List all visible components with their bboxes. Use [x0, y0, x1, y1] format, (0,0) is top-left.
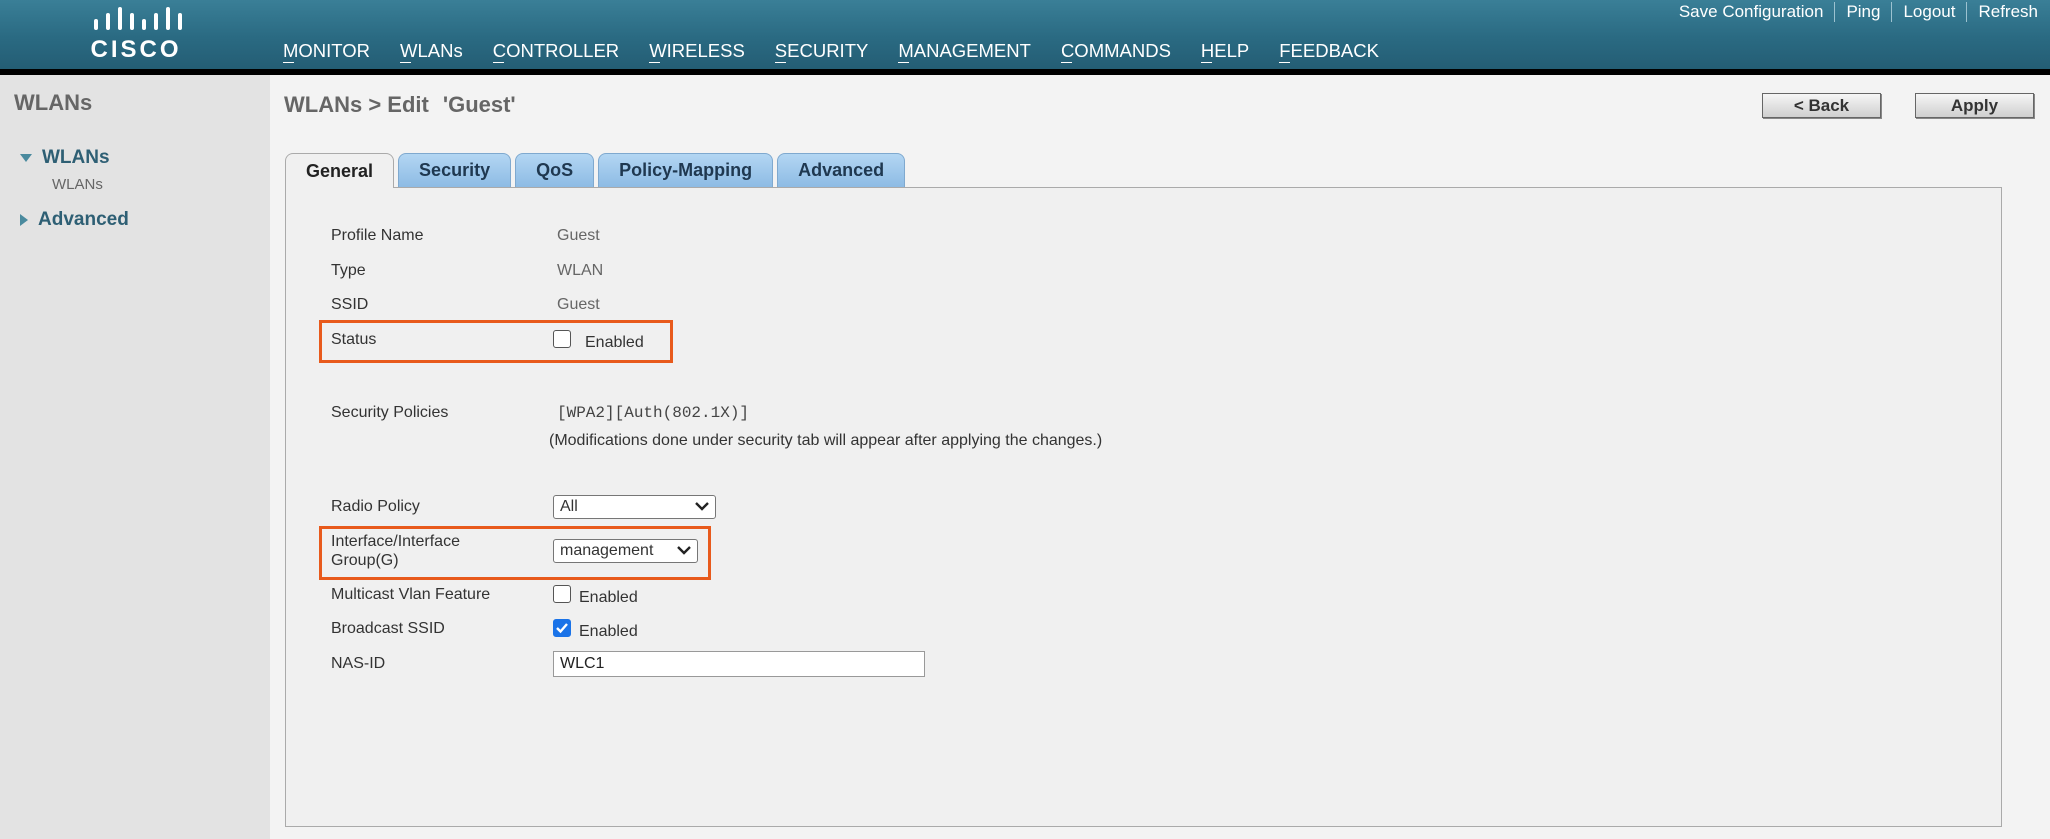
- back-button[interactable]: < Back: [1762, 93, 1881, 118]
- security-policies-note: (Modifications done under security tab w…: [549, 432, 1103, 449]
- nav-monitor[interactable]: MONITOR: [283, 40, 370, 63]
- refresh-link[interactable]: Refresh: [1967, 2, 2038, 22]
- save-configuration-link[interactable]: Save Configuration: [1668, 2, 1836, 22]
- tab-general[interactable]: General: [285, 153, 395, 188]
- header-divider: [0, 69, 2050, 75]
- tab-qos[interactable]: QoS: [515, 153, 595, 187]
- nas-id-input[interactable]: [553, 651, 925, 677]
- interface-label: Interface/Interface Group(G): [331, 532, 460, 570]
- nav-wlans[interactable]: WLANs: [390, 40, 473, 75]
- logout-link[interactable]: Logout: [1892, 2, 1968, 22]
- interface-select[interactable]: management: [553, 539, 698, 563]
- ssid-label: SSID: [331, 296, 369, 313]
- nav-wireless[interactable]: WIRELESS: [649, 40, 745, 63]
- sidebar: WLANs WLANs WLANs Advanced: [0, 75, 270, 839]
- nav-help[interactable]: HELP: [1200, 40, 1249, 63]
- multicast-vlan-enabled-label: Enabled: [579, 589, 638, 606]
- broadcast-ssid-label: Broadcast SSID: [331, 620, 445, 637]
- tab-advanced[interactable]: Advanced: [777, 153, 906, 187]
- page-title-text: WLANs > Edit: [284, 92, 429, 117]
- broadcast-ssid-checkbox[interactable]: [553, 619, 571, 637]
- collapsed-triangle-icon: [20, 214, 28, 226]
- cisco-logo-bars-icon: [94, 7, 182, 30]
- nav-management[interactable]: MANAGEMENT: [898, 40, 1031, 63]
- profile-name-value: Guest: [557, 227, 600, 244]
- expanded-triangle-icon: [20, 154, 32, 162]
- apply-button[interactable]: Apply: [1915, 93, 2034, 118]
- status-enabled-checkbox[interactable]: [553, 330, 571, 348]
- security-policies-value: [WPA2][Auth(802.1X)]: [557, 404, 750, 422]
- radio-policy-select[interactable]: All: [553, 495, 716, 519]
- nav-controller[interactable]: CONTROLLER: [492, 40, 619, 63]
- interface-selected: management: [560, 542, 654, 559]
- checkmark-icon: [556, 623, 568, 634]
- page-title: WLANs > Edit 'Guest': [284, 92, 516, 118]
- general-settings-panel: [285, 187, 2002, 827]
- broadcast-ssid-enabled-label: Enabled: [579, 623, 638, 640]
- nas-id-label: NAS-ID: [331, 655, 386, 672]
- radio-policy-selected: All: [560, 498, 578, 515]
- tab-policy-mapping[interactable]: Policy-Mapping: [598, 153, 774, 187]
- nav-commands[interactable]: COMMANDS: [1060, 40, 1171, 63]
- cisco-logo-text: CISCO: [90, 36, 182, 63]
- tab-bar: General Security QoS Policy-Mapping Adva…: [285, 153, 906, 188]
- radio-policy-label: Radio Policy: [331, 498, 420, 515]
- interface-label-line2: Group(G): [331, 552, 399, 569]
- profile-name-label: Profile Name: [331, 227, 424, 244]
- interface-label-line1: Interface/Interface: [331, 533, 460, 550]
- top-navigation-bar: CISCO Save Configuration Ping Logout Ref…: [0, 0, 2050, 75]
- wlan-name: 'Guest': [442, 92, 516, 117]
- sidebar-subitem-wlans[interactable]: WLANs: [52, 176, 103, 193]
- chevron-down-icon: [695, 502, 709, 511]
- nav-feedback[interactable]: FEEDBACK: [1279, 40, 1379, 63]
- sidebar-item-wlans[interactable]: WLANs: [20, 147, 110, 169]
- utility-links: Save Configuration Ping Logout Refresh: [1668, 2, 2038, 22]
- ssid-value: Guest: [557, 296, 600, 313]
- sidebar-item-label: WLANs: [42, 147, 110, 168]
- multicast-vlan-checkbox[interactable]: [553, 585, 571, 603]
- chevron-down-icon: [677, 546, 691, 555]
- cisco-logo: CISCO: [76, 6, 196, 63]
- type-label: Type: [331, 262, 366, 279]
- security-policies-label: Security Policies: [331, 404, 449, 421]
- ping-link[interactable]: Ping: [1835, 2, 1893, 22]
- type-value: WLAN: [557, 262, 604, 279]
- multicast-vlan-label: Multicast Vlan Feature: [331, 586, 491, 603]
- sidebar-item-label: Advanced: [38, 209, 129, 230]
- sidebar-item-advanced[interactable]: Advanced: [20, 209, 129, 231]
- sidebar-title: WLANs: [14, 90, 93, 115]
- tab-security[interactable]: Security: [398, 153, 512, 187]
- status-enabled-label: Enabled: [585, 334, 644, 351]
- nav-security[interactable]: SECURITY: [774, 40, 868, 63]
- main-menu: MONITOR WLANs CONTROLLER WIRELESS SECURI…: [283, 40, 1379, 75]
- status-label: Status: [331, 331, 377, 348]
